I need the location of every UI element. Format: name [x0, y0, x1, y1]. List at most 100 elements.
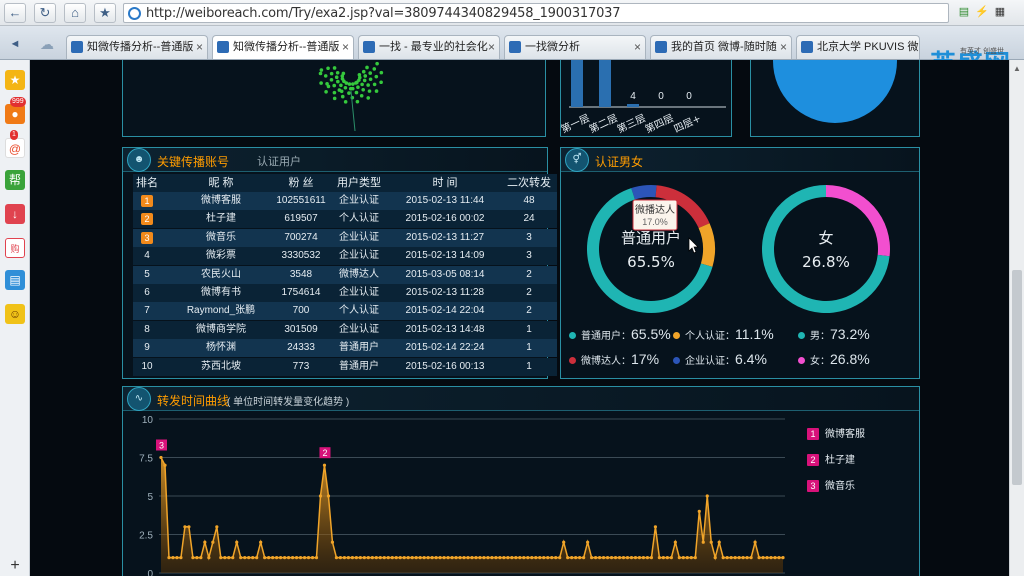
- tab-close-icon[interactable]: ×: [780, 36, 787, 58]
- data-point[interactable]: [458, 556, 462, 560]
- data-point[interactable]: [223, 556, 227, 560]
- grid-icon[interactable]: ▦: [993, 5, 1007, 19]
- data-point[interactable]: [506, 556, 510, 560]
- data-point[interactable]: [781, 556, 785, 560]
- data-point[interactable]: [637, 556, 642, 560]
- url-text[interactable]: http://weiboreach.com/Try/exa2.jsp?val=3…: [146, 6, 620, 21]
- data-point[interactable]: [283, 556, 287, 560]
- data-point[interactable]: [590, 556, 594, 560]
- donut2-segment[interactable]: [826, 185, 890, 257]
- data-point[interactable]: [179, 556, 183, 560]
- data-point[interactable]: [374, 556, 378, 560]
- data-point[interactable]: [701, 540, 705, 544]
- data-point[interactable]: [187, 525, 191, 529]
- data-point[interactable]: [578, 556, 582, 560]
- data-point[interactable]: [183, 525, 187, 529]
- data-point[interactable]: [542, 556, 546, 560]
- data-point[interactable]: [378, 556, 382, 560]
- data-point[interactable]: [255, 556, 259, 560]
- shop-icon[interactable]: 购: [5, 238, 25, 258]
- data-point[interactable]: [514, 556, 518, 560]
- data-point[interactable]: [422, 556, 426, 560]
- data-point[interactable]: [370, 556, 374, 560]
- data-point[interactable]: [286, 556, 291, 560]
- data-point[interactable]: [641, 556, 646, 560]
- data-point[interactable]: [697, 509, 701, 513]
- data-point[interactable]: [163, 463, 167, 467]
- data-point[interactable]: [609, 556, 614, 560]
- data-point[interactable]: [526, 556, 530, 560]
- data-point[interactable]: [741, 556, 745, 560]
- scroll-thumb[interactable]: [1012, 270, 1022, 485]
- data-point[interactable]: [203, 540, 207, 544]
- data-point[interactable]: [199, 556, 203, 560]
- data-point[interactable]: [633, 556, 638, 560]
- table-row[interactable]: 9 杨怀渊 24333 普通用户 2015-02-14 22:24 1: [133, 339, 557, 358]
- data-point[interactable]: [713, 556, 717, 560]
- data-point[interactable]: [653, 525, 658, 529]
- data-point[interactable]: [594, 556, 598, 560]
- data-point[interactable]: [530, 556, 534, 560]
- data-point[interactable]: [582, 556, 586, 560]
- data-point[interactable]: [310, 556, 315, 560]
- data-point[interactable]: [605, 556, 610, 560]
- data-point[interactable]: [358, 556, 362, 560]
- data-point[interactable]: [486, 556, 490, 560]
- data-point[interactable]: [366, 556, 370, 560]
- reader-book-icon[interactable]: ▤: [5, 270, 25, 290]
- data-point[interactable]: [621, 556, 626, 560]
- emoji-icon[interactable]: ☺: [5, 304, 25, 324]
- data-point[interactable]: [227, 556, 231, 560]
- data-point[interactable]: [326, 494, 331, 498]
- data-point[interactable]: [466, 556, 470, 560]
- data-point[interactable]: [777, 556, 781, 560]
- browser-tab[interactable]: 知微传播分析--普通版 ×: [212, 35, 354, 59]
- data-point[interactable]: [769, 556, 773, 560]
- donut-legend-item[interactable]: 普通用户：65.5%: [569, 326, 671, 342]
- data-point[interactable]: [267, 556, 271, 560]
- data-point[interactable]: [625, 556, 630, 560]
- data-point[interactable]: [665, 556, 669, 560]
- browser-tab[interactable]: 一找微分析 ×: [504, 35, 646, 59]
- data-point[interactable]: [235, 540, 239, 544]
- data-point[interactable]: [354, 556, 358, 560]
- data-point[interactable]: [418, 556, 422, 560]
- data-point[interactable]: [251, 556, 255, 560]
- data-point[interactable]: [414, 556, 418, 560]
- browser-tab[interactable]: 北京大学 PKUVIS 微博: [796, 35, 920, 59]
- data-point[interactable]: [362, 556, 366, 560]
- data-point[interactable]: [753, 540, 757, 544]
- data-point[interactable]: [613, 556, 618, 560]
- data-point[interactable]: [171, 556, 175, 560]
- data-point[interactable]: [462, 556, 466, 560]
- data-point[interactable]: [705, 494, 709, 498]
- data-point[interactable]: [498, 556, 502, 560]
- home-button[interactable]: ⌂: [64, 3, 86, 23]
- data-point[interactable]: [330, 540, 335, 544]
- add-icon[interactable]: +: [5, 556, 25, 576]
- data-point[interactable]: [749, 556, 753, 560]
- data-point[interactable]: [745, 556, 749, 560]
- help-icon[interactable]: 帮: [5, 170, 25, 190]
- data-point[interactable]: [510, 556, 514, 560]
- data-point[interactable]: [191, 556, 195, 560]
- data-point[interactable]: [546, 556, 550, 560]
- data-point[interactable]: [490, 556, 494, 560]
- data-point[interactable]: [681, 556, 685, 560]
- browser-tab[interactable]: 我的首页 微博-随时随 ×: [650, 35, 792, 59]
- data-point[interactable]: [474, 556, 478, 560]
- data-point[interactable]: [661, 556, 665, 560]
- data-point[interactable]: [693, 556, 697, 560]
- tab-close-icon[interactable]: ×: [488, 36, 495, 58]
- data-point[interactable]: [478, 556, 482, 560]
- tab-verified-users[interactable]: 认证用户: [257, 153, 301, 169]
- data-point[interactable]: [159, 455, 163, 460]
- table-row[interactable]: 6 微博有书 1754614 企业认证 2015-02-13 11:28 2: [133, 284, 557, 302]
- data-point[interactable]: [426, 556, 430, 560]
- data-point[interactable]: [737, 556, 741, 560]
- donut1-segment[interactable]: [698, 223, 715, 267]
- data-point[interactable]: [450, 556, 454, 560]
- browser-tab[interactable]: 知微传播分析--普通版 ×: [66, 35, 208, 59]
- data-point[interactable]: [382, 556, 386, 560]
- data-point[interactable]: [757, 556, 761, 560]
